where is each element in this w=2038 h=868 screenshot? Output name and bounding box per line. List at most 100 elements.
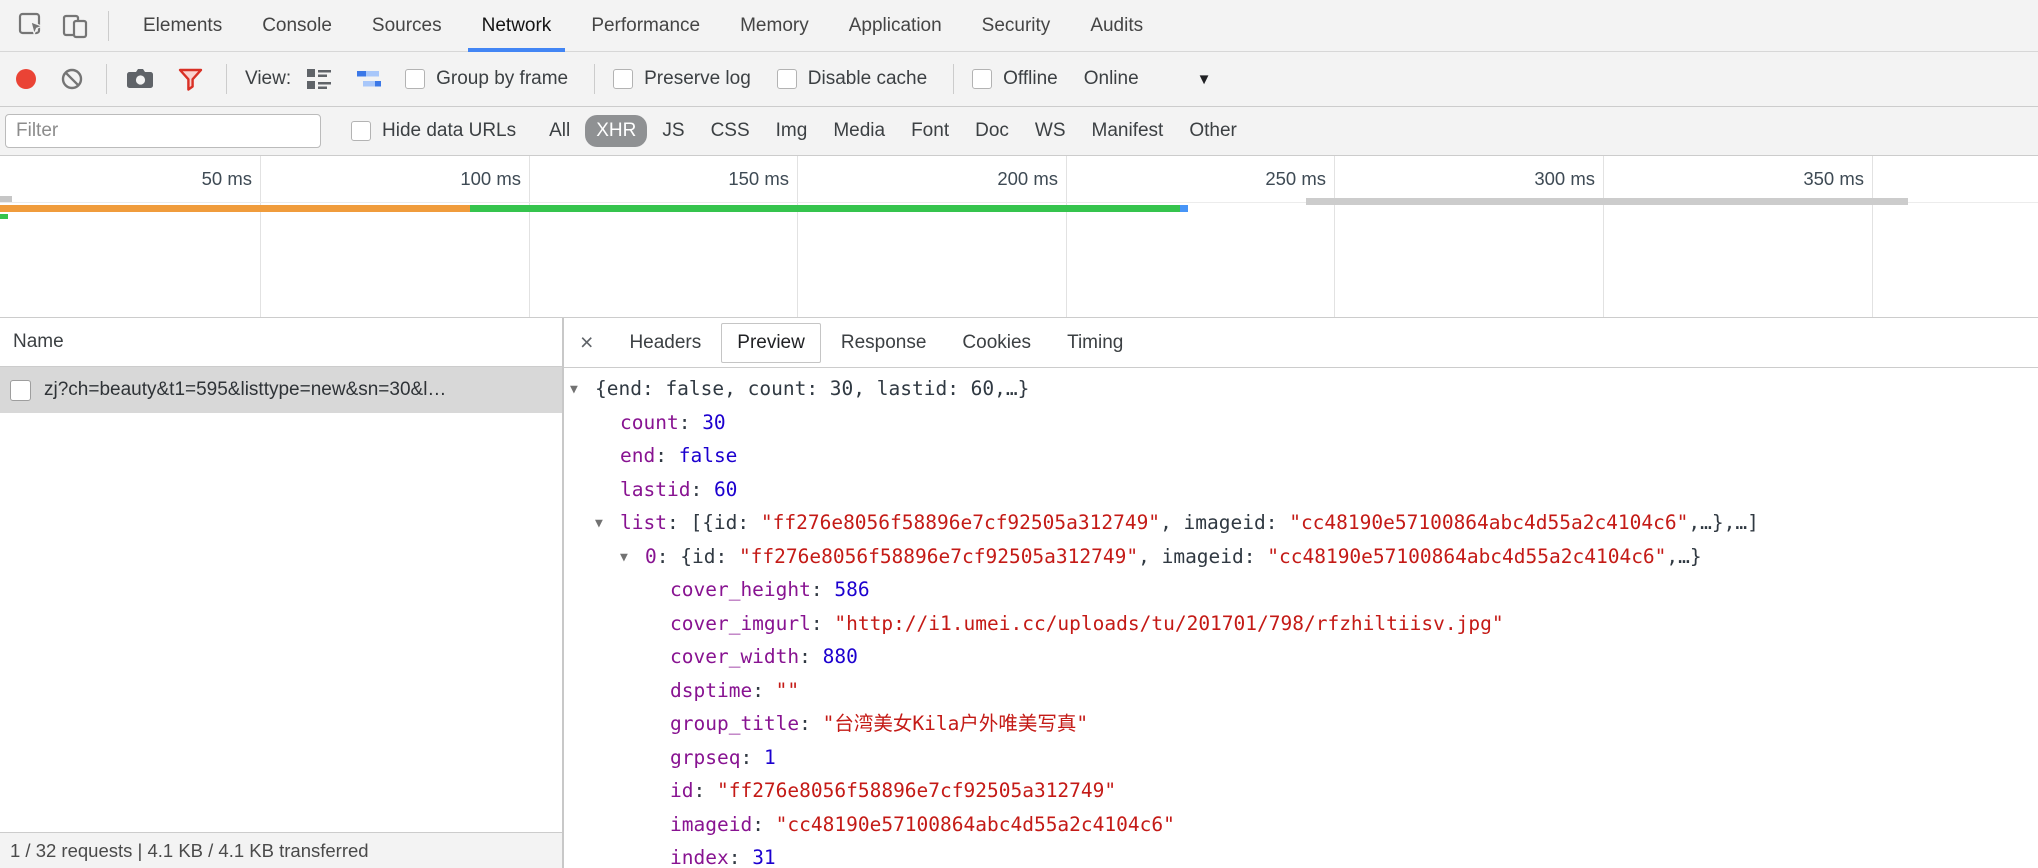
panel-tab[interactable]: Application (829, 0, 962, 52)
json-token: "cc48190e57100864abc4d55a2c4104c6" (1289, 511, 1688, 534)
json-token: : (693, 779, 716, 802)
hide-data-urls-checkbox[interactable] (351, 121, 371, 141)
group-by-frame-option[interactable]: Group by frame (405, 68, 568, 90)
details-tab[interactable]: Preview (721, 323, 821, 363)
json-token: count (620, 411, 679, 434)
panel-tab[interactable]: Elements (123, 0, 242, 52)
json-token: 31 (752, 846, 775, 868)
capture-screenshots-icon[interactable] (125, 67, 155, 91)
json-token: lastid (620, 478, 690, 501)
hide-data-urls-option[interactable]: Hide data URLs (351, 120, 516, 142)
json-token: end (620, 444, 655, 467)
json-tree-line[interactable]: ▼dsptime: "" (564, 675, 2038, 709)
details-tab-bar: × Headers Preview Response Cookies Timin… (564, 318, 2038, 368)
panel-tab[interactable]: Audits (1070, 0, 1163, 52)
timeline-gridline (797, 156, 798, 317)
filter-input[interactable] (5, 114, 321, 148)
json-preview-tree: ▼{end: false, count: 30, lastid: 60,…} ▼… (564, 368, 2038, 868)
device-toolbar-icon[interactable] (58, 9, 92, 43)
json-tree-line[interactable]: ▼index: 31 (564, 842, 2038, 868)
timeline-gridline (1066, 156, 1067, 317)
close-icon[interactable]: × (580, 331, 593, 354)
status-summary: 1 / 32 requests | 4.1 KB / 4.1 KB transf… (10, 840, 369, 862)
panel-tab[interactable]: Security (962, 0, 1071, 52)
json-token: : [{id: (667, 511, 761, 534)
json-tree-line[interactable]: ▼cover_imgurl: "http://i1.umei.cc/upload… (564, 608, 2038, 642)
panel-tab[interactable]: Sources (352, 0, 462, 52)
resource-type-filter[interactable]: XHR (585, 115, 647, 147)
disclosure-triangle-icon[interactable]: ▼ (620, 542, 645, 575)
divider (106, 64, 107, 94)
timeline-gridline (260, 156, 261, 317)
large-rows-icon[interactable] (305, 67, 333, 91)
resource-type-filter[interactable]: All (538, 115, 581, 147)
json-tree-line[interactable]: ▼count: 30 (564, 407, 2038, 441)
disclosure-triangle-icon[interactable]: ▼ (595, 508, 620, 541)
resource-type-filter[interactable]: Media (822, 115, 896, 147)
filter-funnel-icon[interactable] (177, 67, 204, 92)
json-tree-line[interactable]: ▼cover_width: 880 (564, 641, 2038, 675)
filter-bar: Hide data URLs All XHR JS CSS Img Media … (0, 107, 2038, 156)
json-tree-line[interactable]: ▼id: "ff276e8056f58896e7cf92505a312749" (564, 775, 2038, 809)
json-token: : (729, 846, 752, 868)
json-token: : (811, 578, 834, 601)
disable-cache-option[interactable]: Disable cache (777, 68, 927, 90)
network-main: Name zj?ch=beauty&t1=595&listtype=new&sn… (0, 318, 2038, 868)
json-token: ,…},…] (1688, 511, 1758, 534)
request-row[interactable]: zj?ch=beauty&t1=595&listtype=new&sn=30&l… (0, 367, 562, 413)
json-tree-line[interactable]: ▼imageid: "cc48190e57100864abc4d55a2c410… (564, 809, 2038, 843)
resource-type-filter[interactable]: Img (765, 115, 819, 147)
json-token: group_title (670, 712, 799, 735)
json-tree-line[interactable]: ▼cover_height: 586 (564, 574, 2038, 608)
json-tree-line[interactable]: ▼lastid: 60 (564, 474, 2038, 508)
json-tree-line[interactable]: ▼grpseq: 1 (564, 742, 2038, 776)
panel-tab[interactable]: Console (242, 0, 352, 52)
column-header-name[interactable]: Name (0, 318, 562, 367)
chevron-down-icon[interactable]: ▼ (1197, 71, 1212, 88)
json-token: cover_height (670, 578, 811, 601)
resource-type-filter[interactable]: WS (1024, 115, 1077, 147)
panel-tab[interactable]: Performance (571, 0, 720, 52)
throttling-select[interactable]: Online (1084, 68, 1139, 90)
resource-type-filter[interactable]: Manifest (1081, 115, 1175, 147)
resource-type-filter[interactable]: Doc (964, 115, 1020, 147)
offline-option[interactable]: Offline (972, 68, 1058, 90)
panel-tab[interactable]: Network (462, 0, 572, 52)
json-token: "ff276e8056f58896e7cf92505a312749" (739, 545, 1138, 568)
json-token: ,…} (1666, 545, 1701, 568)
details-tab[interactable]: Cookies (946, 323, 1047, 363)
offline-checkbox[interactable] (972, 69, 992, 89)
details-tab[interactable]: Response (825, 323, 943, 363)
json-tree-line[interactable]: ▼group_title: "台湾美女Kila户外唯美写真" (564, 708, 2038, 742)
json-token: "ff276e8056f58896e7cf92505a312749" (717, 779, 1116, 802)
waterfall-icon[interactable] (355, 67, 383, 91)
panel-tab-label: Sources (372, 15, 442, 37)
json-tree-line[interactable]: ▼{end: false, count: 30, lastid: 60,…} (564, 373, 2038, 407)
group-by-frame-checkbox[interactable] (405, 69, 425, 89)
json-tree-line[interactable]: ▼list: [{id: "ff276e8056f58896e7cf92505a… (564, 507, 2038, 541)
json-token: "cc48190e57100864abc4d55a2c4104c6" (776, 813, 1175, 836)
record-button[interactable] (16, 69, 36, 89)
resource-type-filter[interactable]: Font (900, 115, 960, 147)
timeline-gridline (1603, 156, 1604, 317)
preserve-log-option[interactable]: Preserve log (613, 68, 751, 90)
resource-type-filter[interactable]: Other (1178, 115, 1248, 147)
resource-type-filter[interactable]: CSS (700, 115, 761, 147)
details-tab[interactable]: Timing (1051, 323, 1139, 363)
json-token: "cc48190e57100864abc4d55a2c4104c6" (1267, 545, 1666, 568)
inspect-icon[interactable] (14, 9, 48, 43)
panel-tab[interactable]: Memory (720, 0, 829, 52)
preserve-log-checkbox[interactable] (613, 69, 633, 89)
resource-type-filter[interactable]: JS (651, 115, 695, 147)
request-checkbox[interactable] (10, 380, 31, 401)
disclosure-triangle-icon[interactable]: ▼ (570, 374, 595, 407)
clear-icon[interactable] (60, 67, 84, 91)
details-tab[interactable]: Headers (613, 323, 717, 363)
panel-tab-label: Elements (143, 15, 222, 37)
json-tree-line[interactable]: ▼0: {id: "ff276e8056f58896e7cf92505a3127… (564, 541, 2038, 575)
json-token: : (799, 645, 822, 668)
timeline-overview[interactable]: 50 ms 100 ms 150 ms 200 ms 250 ms 300 ms… (0, 156, 2038, 318)
overview-request-bar (470, 205, 1180, 212)
json-tree-line[interactable]: ▼end: false (564, 440, 2038, 474)
disable-cache-checkbox[interactable] (777, 69, 797, 89)
